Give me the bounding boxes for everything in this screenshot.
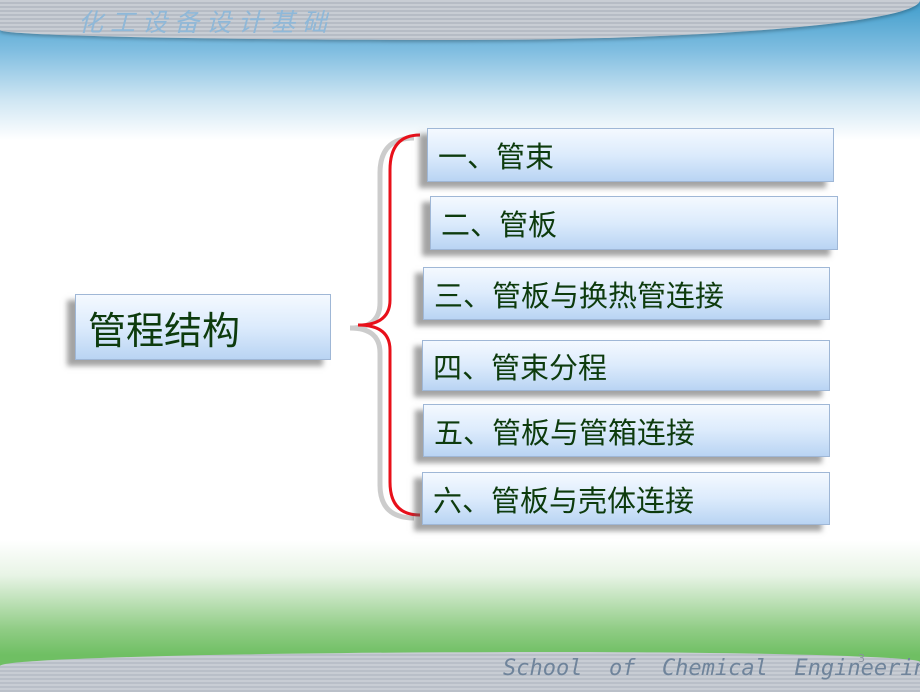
- item-box-1: 一、管束: [427, 128, 834, 182]
- curly-brace: [357, 133, 421, 517]
- item-box-5: 五、管板与管箱连接: [423, 404, 830, 457]
- school-name: School of Chemical Engineering: [503, 656, 920, 681]
- item-box-2: 二、管板: [430, 196, 838, 250]
- main-topic-box: 管程结构: [75, 294, 331, 360]
- item-box-4: 四、管束分程: [422, 340, 830, 391]
- item-box-3: 三、管板与换热管连接: [423, 267, 830, 320]
- item-box-6: 六、管板与壳体连接: [422, 472, 830, 525]
